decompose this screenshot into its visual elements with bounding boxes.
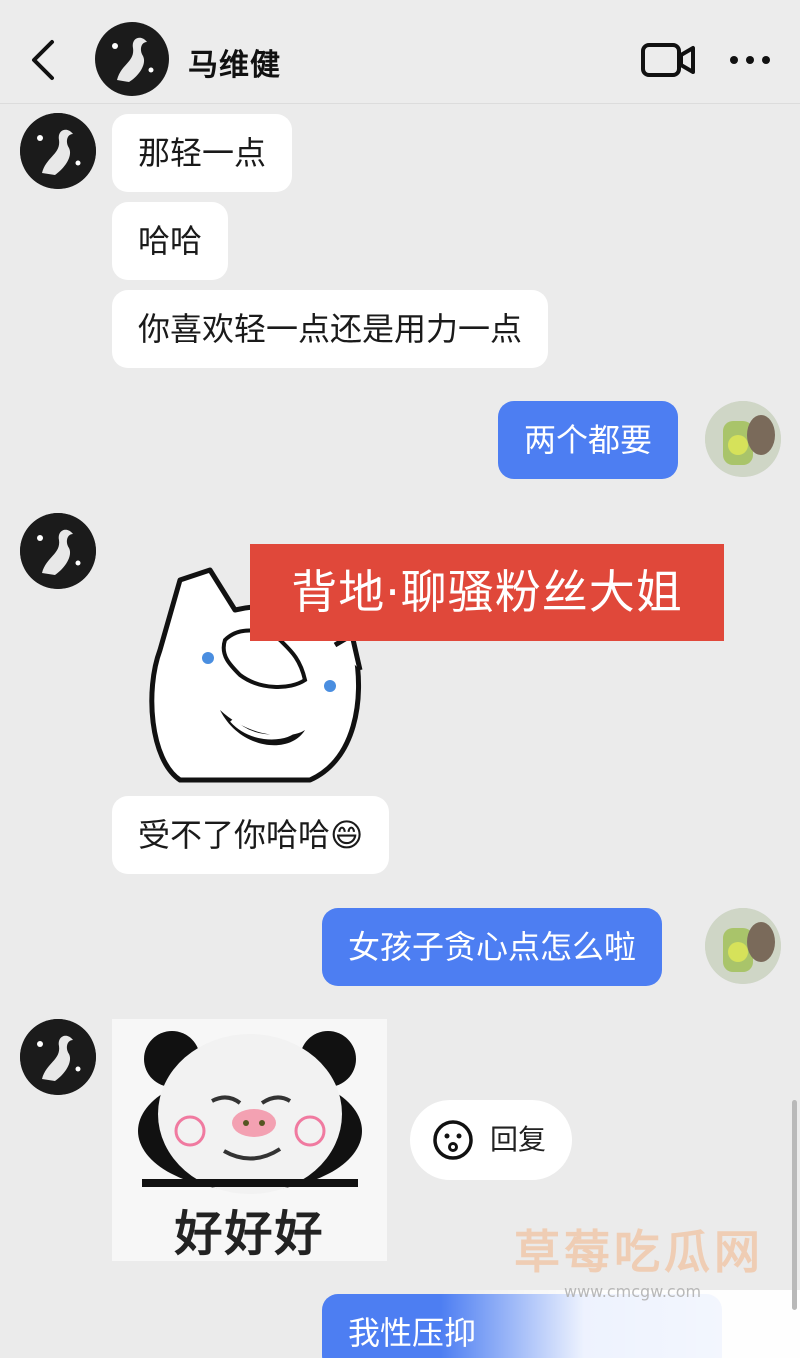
contact-avatar[interactable] [95,22,169,96]
contact-name: 马维健 [188,48,281,83]
watermark: 草莓吃瓜网 www.cmcgw.com [490,1210,800,1320]
back-button[interactable] [24,38,64,82]
message-bubble-incoming[interactable]: 那轻一点 [112,114,293,192]
video-call-button[interactable] [640,40,696,80]
sticker-banner-text: 背地·聊骚粉丝大姐 [250,544,724,641]
more-dots-icon [730,56,770,64]
sticker-caption: 好好好 [174,1206,325,1262]
watermark-url: www.cmcgw.com [564,1282,702,1301]
message-text: 那轻一点 [138,134,267,172]
panda-meme-sticker[interactable]: 好好好 [112,1019,387,1262]
watermark-title: 草莓吃瓜网 [514,1225,764,1279]
reply-label: 回复 [490,1123,547,1156]
message-text: 受不了你哈哈 [138,816,331,854]
message-text: 两个都要 [524,421,653,459]
contact-avatar[interactable] [20,1019,96,1095]
video-camera-icon [641,43,695,77]
my-avatar[interactable] [705,401,781,477]
contact-avatar[interactable] [20,113,96,189]
message-bubble-outgoing[interactable]: 女孩子贪心点怎么啦 [322,908,663,986]
message-text: 你喜欢轻一点还是用力一点 [138,310,523,348]
message-text: 女孩子贪心点怎么啦 [348,928,637,966]
chat-header: 马维健 [0,0,800,104]
message-bubble-incoming[interactable]: 你喜欢轻一点还是用力一点 [112,290,549,368]
message-text: 哈哈 [138,222,203,260]
chevron-left-icon [32,40,54,80]
more-options-button[interactable] [726,50,774,70]
quick-reply-button[interactable]: 回复 [410,1100,572,1180]
scrollbar[interactable] [792,1100,797,1310]
contact-avatar[interactable] [20,513,96,589]
message-bubble-incoming[interactable]: 受不了你哈哈😄 [112,796,390,874]
message-bubble-incoming[interactable]: 哈哈 [112,202,229,280]
grinning-emoji-icon: 😄 [330,816,364,854]
smiley-icon [433,1120,473,1160]
my-avatar[interactable] [705,908,781,984]
message-bubble-outgoing[interactable]: 两个都要 [498,401,679,479]
